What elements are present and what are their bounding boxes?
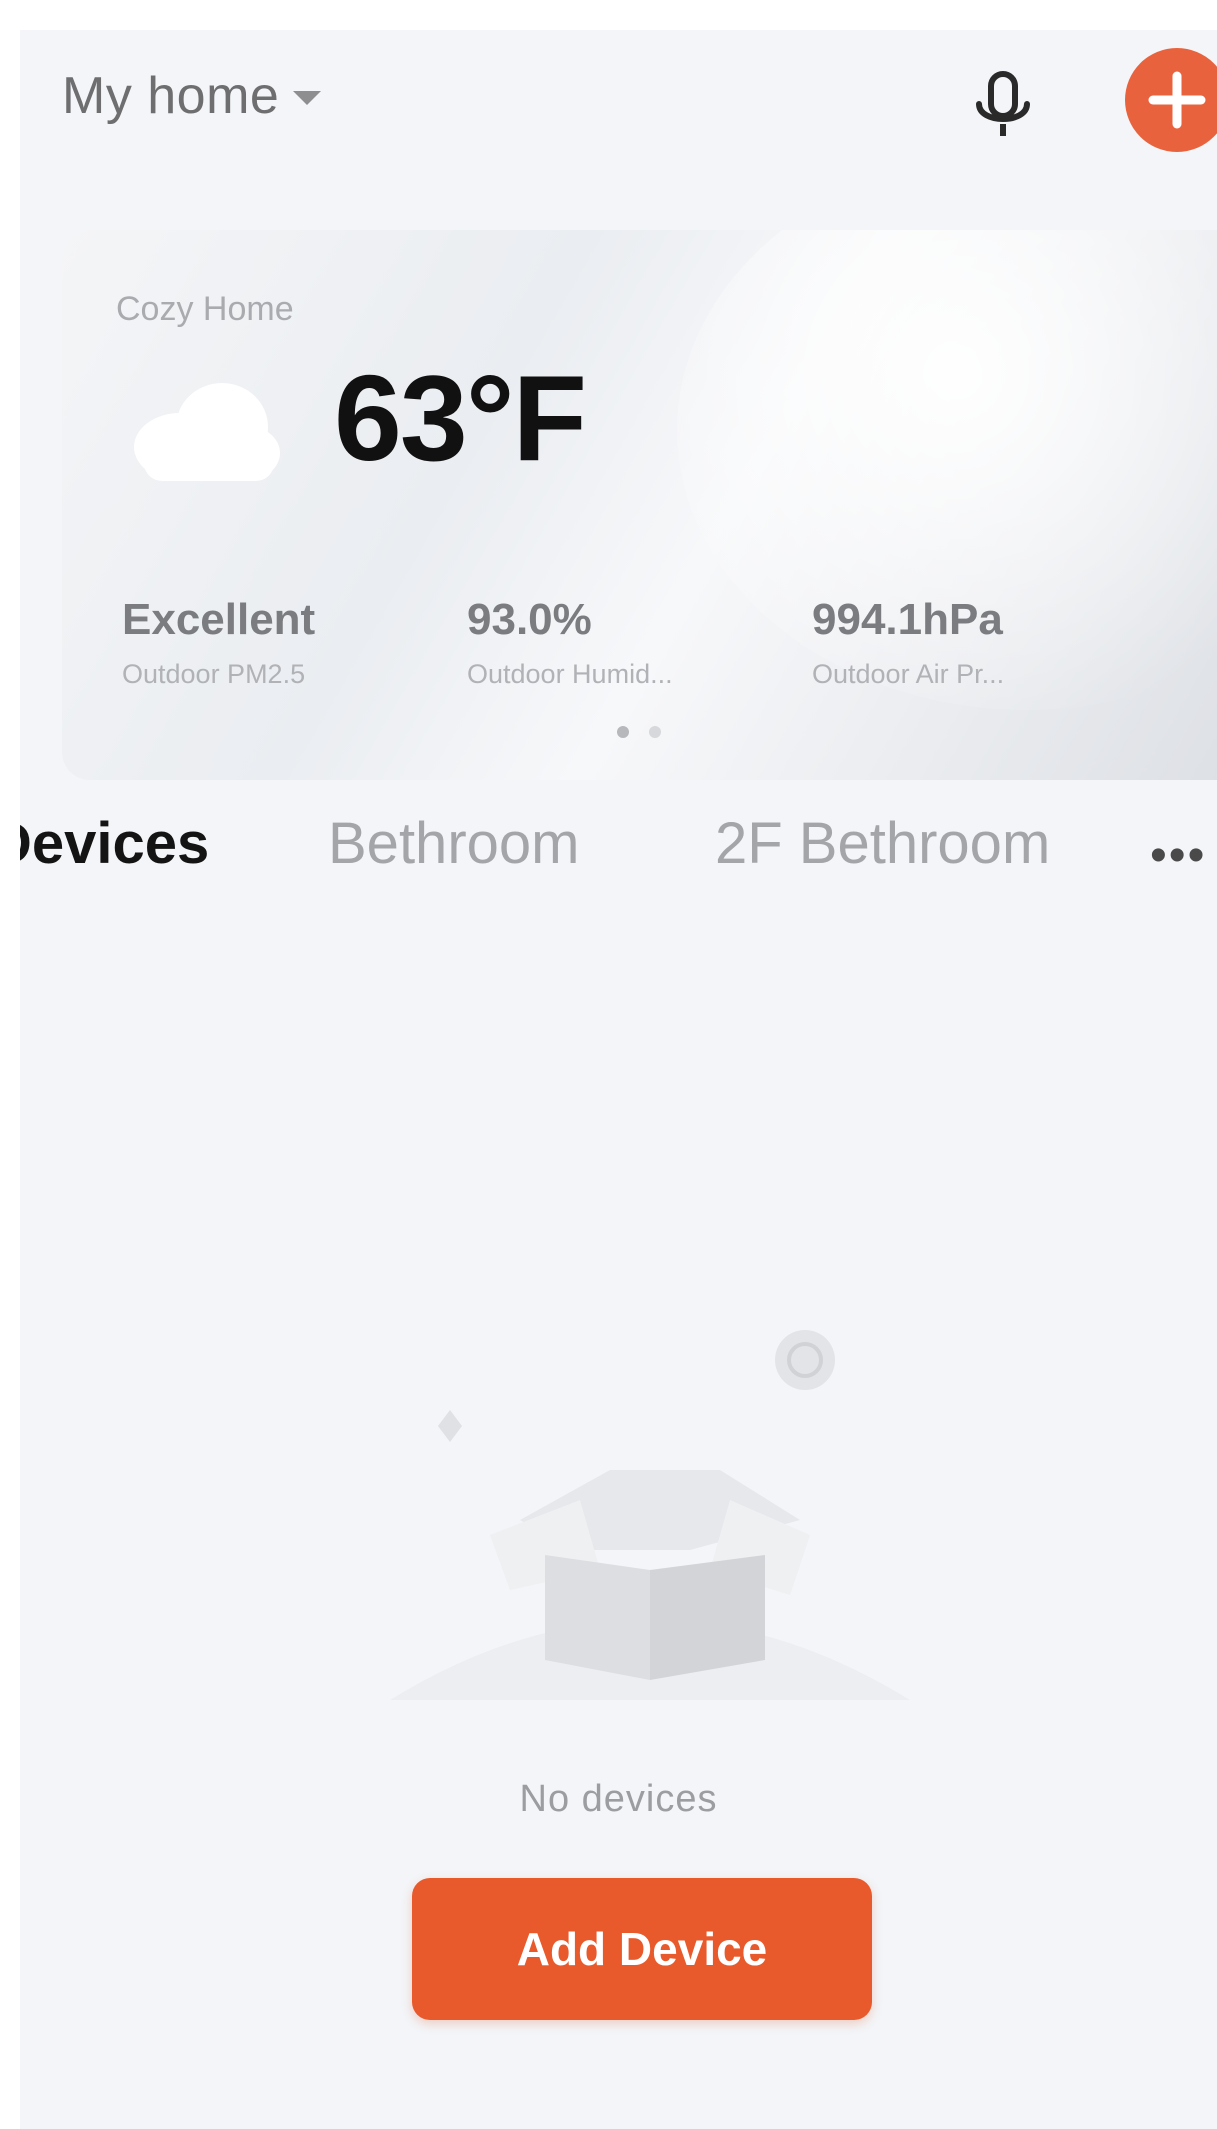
stat-pm25: Excellent Outdoor PM2.5 [122,595,422,690]
home-selector[interactable]: My home [62,66,322,126]
room-tabs: Devices Bethroom 2F Bethroom ••• [20,810,1217,920]
stat-value: Excellent [122,595,316,644]
temperature: 63°F [334,350,587,486]
page-indicator [617,726,661,738]
microphone-icon[interactable] [965,68,1045,148]
tab-devices[interactable]: Devices [20,810,209,877]
header: My home [20,30,1217,160]
weather-card[interactable]: Cozy Home 63°F Excellent Outdoor PM2.5 9… [62,230,1217,780]
more-tabs-icon[interactable]: ••• [1150,828,1206,883]
stat-label: Outdoor Humid... [467,659,673,689]
stat-air-pressure: 994.1hPa Outdoor Air Pr... [812,595,1112,690]
home-title: My home [62,67,280,125]
empty-message: No devices [519,1778,718,1820]
stat-value: 994.1hPa [812,595,1003,644]
empty-box-icon [390,1320,910,1740]
chevron-down-icon [293,91,322,105]
tab-bethroom[interactable]: Bethroom [328,810,579,877]
app-screen: My home Cozy Home 63°F Excellent Outdoor… [20,30,1217,2129]
plus-icon[interactable] [1125,48,1217,152]
stat-humidity: 93.0% Outdoor Humid... [467,595,767,690]
stat-label: Outdoor Air Pr... [812,659,1005,689]
cloud-icon [124,375,284,485]
page-dot [649,726,661,738]
page-dot-active [617,726,629,738]
stat-value: 93.0% [467,595,592,644]
stat-label: Outdoor PM2.5 [122,659,306,689]
card-title: Cozy Home [116,290,294,328]
add-device-button[interactable]: Add Device [412,1878,872,2020]
tab-2f-bethroom[interactable]: 2F Bethroom [715,810,1050,877]
